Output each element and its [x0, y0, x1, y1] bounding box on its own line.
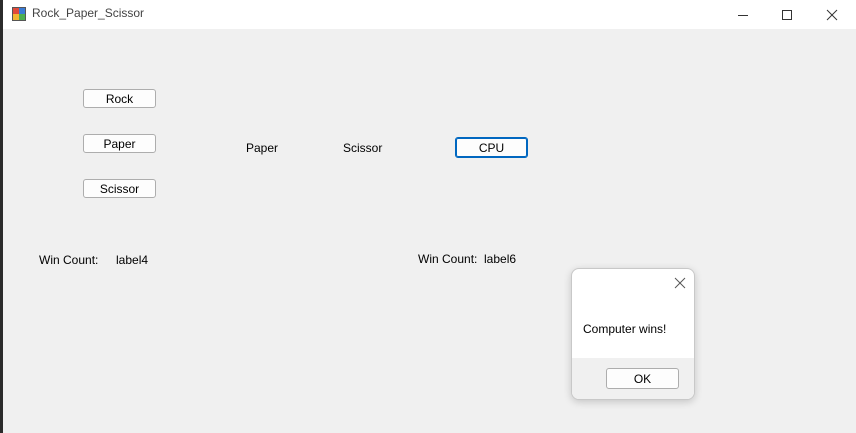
- player-choice-label: Paper: [246, 141, 279, 155]
- title-bar[interactable]: Rock_Paper_Scissor: [3, 0, 856, 29]
- cpu-win-count-value: label6: [484, 252, 517, 266]
- close-icon: [826, 9, 838, 20]
- cpu-win-count-label: Win Count:: [418, 252, 478, 266]
- scissor-button[interactable]: Scissor: [83, 179, 156, 198]
- player-win-count-value: label4: [116, 253, 149, 267]
- rock-button[interactable]: Rock: [83, 89, 156, 108]
- paper-button[interactable]: Paper: [83, 134, 156, 153]
- main-window: Rock_Paper_Scissor Rock Paper Scissor Pa…: [0, 0, 856, 433]
- message-dialog: Computer wins! OK: [571, 268, 695, 400]
- ok-button[interactable]: OK: [606, 368, 679, 389]
- minimize-icon: [738, 14, 748, 16]
- player-win-count-label: Win Count:: [39, 253, 99, 267]
- app-icon: [12, 7, 26, 21]
- window-title: Rock_Paper_Scissor: [32, 6, 145, 20]
- cpu-choice-label: Scissor: [343, 141, 383, 155]
- dialog-message: Computer wins!: [583, 322, 667, 336]
- close-button[interactable]: [809, 0, 855, 29]
- dialog-close-icon[interactable]: [673, 276, 687, 290]
- cpu-button[interactable]: CPU: [455, 137, 528, 158]
- window-edge: [0, 0, 3, 433]
- maximize-button[interactable]: [764, 0, 810, 29]
- maximize-icon: [782, 9, 792, 20]
- minimize-button[interactable]: [720, 0, 766, 29]
